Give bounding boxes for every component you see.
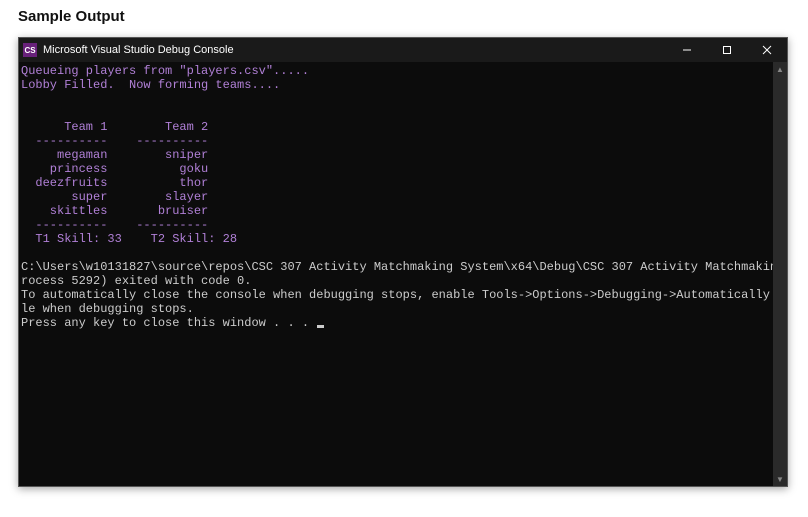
- program-line: ---------- ----------: [21, 218, 208, 232]
- vs-icon: CS: [23, 43, 37, 57]
- close-icon: [762, 45, 772, 55]
- program-line: Lobby Filled. Now forming teams....: [21, 78, 280, 92]
- text-cursor: [317, 325, 324, 328]
- system-line: Press any key to close this window . . .: [21, 316, 316, 330]
- system-line: le when debugging stops.: [21, 302, 194, 316]
- minimize-button[interactable]: [667, 38, 707, 62]
- program-line: skittles bruiser: [21, 204, 208, 218]
- program-line: Queueing players from "players.csv".....: [21, 64, 309, 78]
- minimize-icon: [682, 45, 692, 55]
- system-line: To automatically close the console when …: [21, 288, 773, 302]
- maximize-button[interactable]: [707, 38, 747, 62]
- console-output[interactable]: Queueing players from "players.csv".....…: [19, 62, 773, 486]
- program-line: T1 Skill: 33 T2 Skill: 28: [21, 232, 237, 246]
- page-heading: Sample Output: [18, 8, 790, 25]
- program-line: super slayer: [21, 190, 208, 204]
- program-line: megaman sniper: [21, 148, 208, 162]
- scrollbar-vertical[interactable]: ▲ ▼: [773, 62, 787, 486]
- close-button[interactable]: [747, 38, 787, 62]
- system-line: C:\Users\w10131827\source\repos\CSC 307 …: [21, 260, 773, 274]
- scroll-down-icon[interactable]: ▼: [773, 472, 787, 486]
- scroll-up-icon[interactable]: ▲: [773, 62, 787, 76]
- program-line: ---------- ----------: [21, 134, 208, 148]
- maximize-icon: [722, 45, 732, 55]
- console-window: CS Microsoft Visual Studio Debug Console…: [18, 37, 788, 487]
- program-line: princess goku: [21, 162, 208, 176]
- console-body: Queueing players from "players.csv".....…: [19, 62, 787, 486]
- titlebar[interactable]: CS Microsoft Visual Studio Debug Console: [19, 38, 787, 62]
- program-line: Team 1 Team 2: [21, 120, 208, 134]
- program-line: deezfruits thor: [21, 176, 208, 190]
- window-title: Microsoft Visual Studio Debug Console: [43, 44, 234, 56]
- system-line: rocess 5292) exited with code 0.: [21, 274, 251, 288]
